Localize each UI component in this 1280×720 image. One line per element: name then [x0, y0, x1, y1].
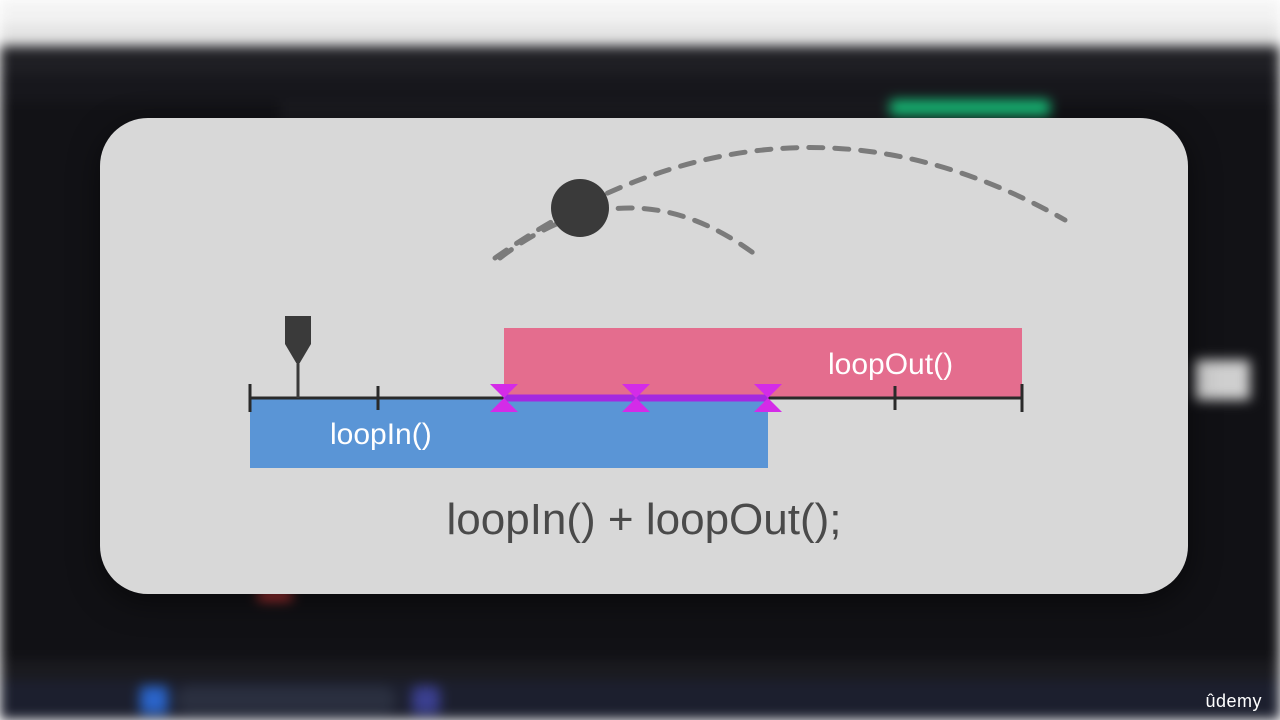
- diagram-card: loopOut() loopIn(): [100, 118, 1188, 594]
- playhead: [285, 316, 311, 398]
- udemy-watermark: ûdemy: [1205, 691, 1262, 712]
- loopin-label: loopIn(): [330, 418, 432, 451]
- loopout-label: loopOut(): [828, 348, 953, 381]
- bouncing-ball: [551, 179, 609, 237]
- expression-text: loopIn() + loopOut();: [447, 495, 842, 544]
- motion-arc-small: [500, 208, 760, 258]
